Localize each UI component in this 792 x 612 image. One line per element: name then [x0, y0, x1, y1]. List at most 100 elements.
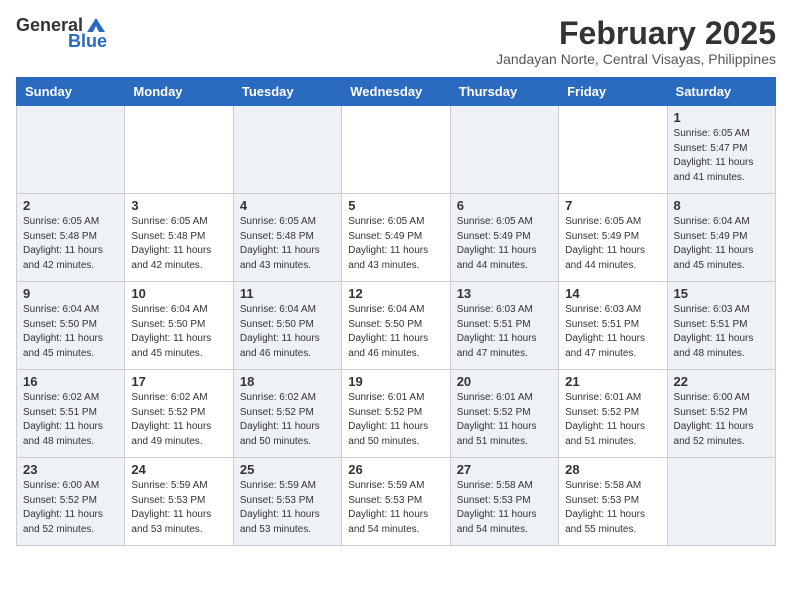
calendar-cell: 21 Sunrise: 6:01 AM Sunset: 5:52 PM Dayli…	[559, 370, 667, 458]
calendar-header-row: SundayMondayTuesdayWednesdayThursdayFrid…	[17, 78, 776, 106]
day-info: Sunrise: 6:04 AM Sunset: 5:50 PM Dayligh…	[131, 303, 226, 361]
day-info: Sunrise: 6:05 AM Sunset: 5:48 PM Dayligh…	[240, 215, 335, 273]
day-number: 2	[23, 198, 118, 213]
calendar-cell: 3 Sunrise: 6:05 AM Sunset: 5:48 PM Daylig…	[125, 194, 233, 282]
day-number: 19	[348, 374, 443, 389]
day-info: Sunrise: 6:01 AM Sunset: 5:52 PM Dayligh…	[457, 391, 552, 449]
day-info: Sunrise: 6:04 AM Sunset: 5:50 PM Dayligh…	[348, 303, 443, 361]
day-number: 1	[674, 110, 769, 125]
calendar-cell: 27 Sunrise: 5:58 AM Sunset: 5:53 PM Dayli…	[450, 458, 558, 546]
day-info: Sunrise: 6:05 AM Sunset: 5:49 PM Dayligh…	[348, 215, 443, 273]
day-number: 11	[240, 286, 335, 301]
calendar-header-tuesday: Tuesday	[233, 78, 341, 106]
calendar-header-saturday: Saturday	[667, 78, 775, 106]
month-year-title: February 2025	[496, 16, 776, 51]
day-number: 12	[348, 286, 443, 301]
title-area: February 2025 Jandayan Norte, Central Vi…	[496, 16, 776, 67]
calendar-week-row: 23 Sunrise: 6:00 AM Sunset: 5:52 PM Dayli…	[17, 458, 776, 546]
day-number: 23	[23, 462, 118, 477]
calendar-cell: 1 Sunrise: 6:05 AM Sunset: 5:47 PM Daylig…	[667, 106, 775, 194]
day-info: Sunrise: 6:02 AM Sunset: 5:52 PM Dayligh…	[131, 391, 226, 449]
day-number: 20	[457, 374, 552, 389]
calendar-week-row: 2 Sunrise: 6:05 AM Sunset: 5:48 PM Daylig…	[17, 194, 776, 282]
calendar-week-row: 9Sunrise: 6:04 AM Sunset: 5:50 PM Daylig…	[17, 282, 776, 370]
day-info: Sunrise: 5:59 AM Sunset: 5:53 PM Dayligh…	[240, 479, 335, 537]
calendar-week-row: 16Sunrise: 6:02 AM Sunset: 5:51 PM Dayli…	[17, 370, 776, 458]
calendar-cell: 26 Sunrise: 5:59 AM Sunset: 5:53 PM Dayli…	[342, 458, 450, 546]
day-info: Sunrise: 6:03 AM Sunset: 5:51 PM Dayligh…	[674, 303, 769, 361]
day-number: 6	[457, 198, 552, 213]
page-header: General Blue February 2025 Jandayan Nort…	[16, 16, 776, 67]
calendar-cell: 16Sunrise: 6:02 AM Sunset: 5:51 PM Dayli…	[17, 370, 125, 458]
calendar-cell	[17, 106, 125, 194]
day-number: 10	[131, 286, 226, 301]
day-info: Sunrise: 6:03 AM Sunset: 5:51 PM Dayligh…	[457, 303, 552, 361]
day-number: 24	[131, 462, 226, 477]
day-info: Sunrise: 6:03 AM Sunset: 5:51 PM Dayligh…	[565, 303, 660, 361]
day-info: Sunrise: 6:05 AM Sunset: 5:47 PM Dayligh…	[674, 127, 769, 185]
day-info: Sunrise: 6:02 AM Sunset: 5:51 PM Dayligh…	[23, 391, 118, 449]
day-info: Sunrise: 6:05 AM Sunset: 5:48 PM Dayligh…	[131, 215, 226, 273]
calendar-header-monday: Monday	[125, 78, 233, 106]
day-number: 26	[348, 462, 443, 477]
calendar-cell: 12 Sunrise: 6:04 AM Sunset: 5:50 PM Dayli…	[342, 282, 450, 370]
day-number: 27	[457, 462, 552, 477]
day-number: 22	[674, 374, 769, 389]
calendar-cell: 10 Sunrise: 6:04 AM Sunset: 5:50 PM Dayli…	[125, 282, 233, 370]
day-info: Sunrise: 5:59 AM Sunset: 5:53 PM Dayligh…	[131, 479, 226, 537]
day-info: Sunrise: 5:58 AM Sunset: 5:53 PM Dayligh…	[457, 479, 552, 537]
calendar-cell: 23 Sunrise: 6:00 AM Sunset: 5:52 PM Dayli…	[17, 458, 125, 546]
day-info: Sunrise: 6:04 AM Sunset: 5:50 PM Dayligh…	[240, 303, 335, 361]
day-info: Sunrise: 6:04 AM Sunset: 5:49 PM Dayligh…	[674, 215, 769, 273]
day-number: 4	[240, 198, 335, 213]
day-number: 21	[565, 374, 660, 389]
logo-text-blue: Blue	[68, 31, 107, 51]
calendar-cell: 6 Sunrise: 6:05 AM Sunset: 5:49 PM Daylig…	[450, 194, 558, 282]
day-number: 13	[457, 286, 552, 301]
calendar-cell: 22Sunrise: 6:00 AM Sunset: 5:52 PM Dayli…	[667, 370, 775, 458]
location-subtitle: Jandayan Norte, Central Visayas, Philipp…	[496, 51, 776, 67]
day-info: Sunrise: 6:02 AM Sunset: 5:52 PM Dayligh…	[240, 391, 335, 449]
calendar-cell	[342, 106, 450, 194]
calendar-table: SundayMondayTuesdayWednesdayThursdayFrid…	[16, 77, 776, 546]
day-number: 14	[565, 286, 660, 301]
calendar-cell: 14 Sunrise: 6:03 AM Sunset: 5:51 PM Dayli…	[559, 282, 667, 370]
day-number: 5	[348, 198, 443, 213]
calendar-cell	[450, 106, 558, 194]
day-info: Sunrise: 6:01 AM Sunset: 5:52 PM Dayligh…	[565, 391, 660, 449]
day-info: Sunrise: 6:01 AM Sunset: 5:52 PM Dayligh…	[348, 391, 443, 449]
calendar-cell: 9Sunrise: 6:04 AM Sunset: 5:50 PM Daylig…	[17, 282, 125, 370]
day-number: 3	[131, 198, 226, 213]
calendar-cell: 19 Sunrise: 6:01 AM Sunset: 5:52 PM Dayli…	[342, 370, 450, 458]
calendar-cell: 28 Sunrise: 5:58 AM Sunset: 5:53 PM Dayli…	[559, 458, 667, 546]
calendar-cell	[125, 106, 233, 194]
day-info: Sunrise: 5:58 AM Sunset: 5:53 PM Dayligh…	[565, 479, 660, 537]
calendar-header-wednesday: Wednesday	[342, 78, 450, 106]
calendar-cell	[667, 458, 775, 546]
day-number: 28	[565, 462, 660, 477]
logo: General Blue	[16, 16, 107, 52]
day-info: Sunrise: 6:00 AM Sunset: 5:52 PM Dayligh…	[23, 479, 118, 537]
day-info: Sunrise: 6:05 AM Sunset: 5:49 PM Dayligh…	[565, 215, 660, 273]
day-info: Sunrise: 6:05 AM Sunset: 5:48 PM Dayligh…	[23, 215, 118, 273]
day-info: Sunrise: 6:05 AM Sunset: 5:49 PM Dayligh…	[457, 215, 552, 273]
day-info: Sunrise: 6:04 AM Sunset: 5:50 PM Dayligh…	[23, 303, 118, 361]
day-number: 25	[240, 462, 335, 477]
day-number: 8	[674, 198, 769, 213]
calendar-cell: 17 Sunrise: 6:02 AM Sunset: 5:52 PM Dayli…	[125, 370, 233, 458]
calendar-cell: 2 Sunrise: 6:05 AM Sunset: 5:48 PM Daylig…	[17, 194, 125, 282]
day-info: Sunrise: 5:59 AM Sunset: 5:53 PM Dayligh…	[348, 479, 443, 537]
day-number: 17	[131, 374, 226, 389]
day-number: 18	[240, 374, 335, 389]
calendar-cell: 24 Sunrise: 5:59 AM Sunset: 5:53 PM Dayli…	[125, 458, 233, 546]
calendar-cell: 8 Sunrise: 6:04 AM Sunset: 5:49 PM Daylig…	[667, 194, 775, 282]
calendar-cell: 15Sunrise: 6:03 AM Sunset: 5:51 PM Dayli…	[667, 282, 775, 370]
calendar-cell: 25 Sunrise: 5:59 AM Sunset: 5:53 PM Dayli…	[233, 458, 341, 546]
calendar-cell	[233, 106, 341, 194]
calendar-cell: 20 Sunrise: 6:01 AM Sunset: 5:52 PM Dayli…	[450, 370, 558, 458]
calendar-cell: 13 Sunrise: 6:03 AM Sunset: 5:51 PM Dayli…	[450, 282, 558, 370]
calendar-header-friday: Friday	[559, 78, 667, 106]
calendar-week-row: 1 Sunrise: 6:05 AM Sunset: 5:47 PM Daylig…	[17, 106, 776, 194]
calendar-cell: 5 Sunrise: 6:05 AM Sunset: 5:49 PM Daylig…	[342, 194, 450, 282]
calendar-cell	[559, 106, 667, 194]
